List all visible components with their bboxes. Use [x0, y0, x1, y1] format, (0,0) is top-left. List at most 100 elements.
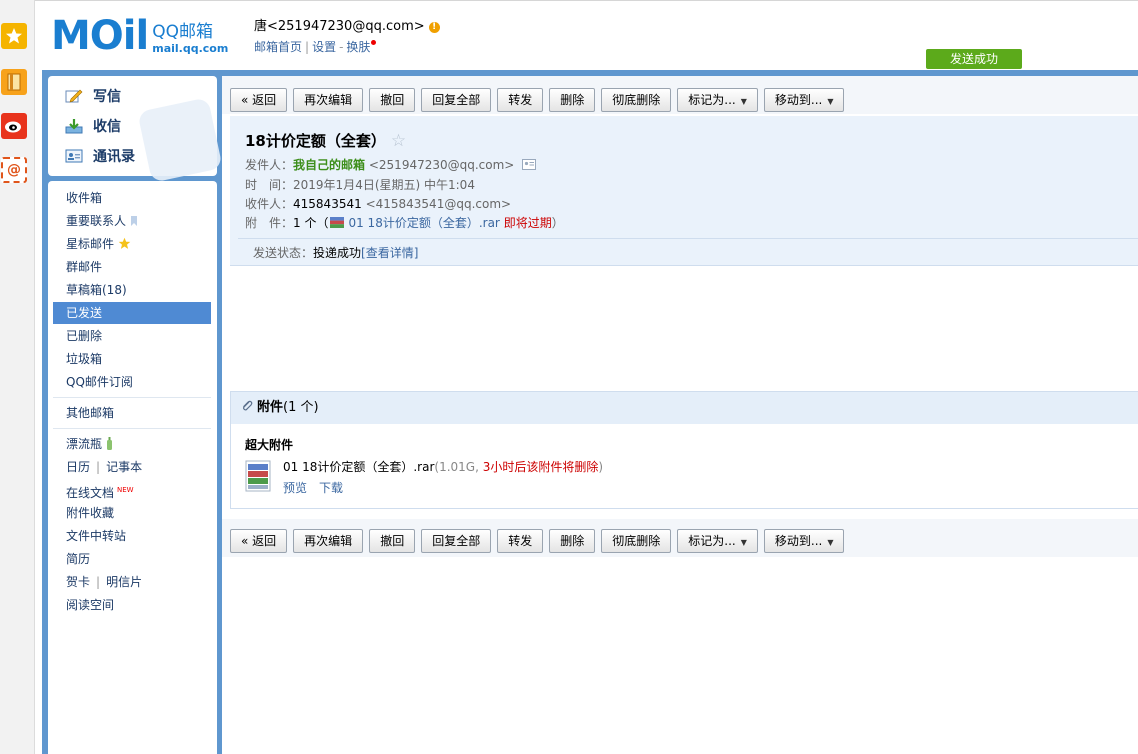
delete-button[interactable]: 删除 — [549, 529, 596, 553]
view-details-link[interactable]: [查看详情] — [361, 246, 418, 260]
divider — [53, 397, 211, 398]
mark-as-dropdown[interactable]: 标记为... ▼ — [677, 88, 758, 112]
header: MOil QQ邮箱 mail.qq.com 唐<251947230@qq.com… — [35, 0, 1138, 70]
edit-again-button[interactable]: 再次编辑 — [293, 88, 364, 112]
mark-as-dropdown[interactable]: 标记为... ▼ — [677, 529, 758, 553]
attachment-item: 01 18计价定额（全套）.rar(1.01G, 3小时后该附件将删除) 预览下… — [245, 458, 603, 496]
card-link[interactable]: 贺卡 — [66, 575, 90, 589]
folder-reading[interactable]: 阅读空间 — [66, 594, 114, 616]
chevron-down-icon: ▼ — [827, 97, 834, 106]
weibo-icon[interactable] — [1, 113, 27, 139]
download-link[interactable]: 下载 — [319, 481, 343, 495]
attachment-name: 01 18计价定额（全套）.rar(1.01G, 3小时后该附件将删除) — [283, 458, 603, 475]
attachment-count: 1 个（ — [293, 216, 329, 230]
attachments-title: 附件 — [257, 400, 284, 415]
folder-group[interactable]: 群邮件 — [66, 256, 102, 278]
recipient-address: <415843541@qq.com> — [365, 197, 512, 211]
delivery-status: 发送状态：投递成功[查看详情] — [238, 238, 1138, 266]
folder-other[interactable]: 其他邮箱 — [66, 402, 114, 424]
star-toggle-icon[interactable]: ☆ — [391, 131, 406, 151]
favorites-star-icon[interactable] — [1, 23, 27, 49]
attachments-panel: 附件(1 个) 超大附件 01 18计价定额（全套）.rar(1.01G, 3小… — [230, 391, 1138, 509]
settings-link[interactable]: 设置 — [312, 40, 336, 54]
time-row: 时 间：2019年1月4日(星期五) 中午1:04 — [245, 176, 475, 193]
folder-starred[interactable]: 星标邮件 — [66, 233, 131, 255]
folder-docs[interactable]: 在线文档 NEW — [66, 479, 134, 501]
compose-button[interactable]: 写信 — [65, 86, 121, 106]
move-to-dropdown[interactable]: 移动到... ▼ — [763, 529, 845, 553]
warning-icon[interactable]: ! — [428, 22, 440, 33]
reply-all-button[interactable]: 回复全部 — [421, 88, 492, 112]
toolbar-bottom: « 返回 再次编辑 撤回 回复全部 转发 删除 彻底删除 标记为... ▼ 移动到… — [230, 529, 850, 553]
inbox-check-label: 收信 — [93, 119, 121, 135]
link-separator: | — [305, 40, 310, 54]
folder-transfer[interactable]: 文件中转站 — [66, 525, 126, 547]
folder-bottle-label: 漂流瓶 — [66, 437, 103, 451]
attachment-file-name[interactable]: 01 18计价定额（全套）.rar — [283, 460, 434, 474]
attachment-close-paren: ） — [551, 216, 564, 230]
edit-again-button[interactable]: 再次编辑 — [293, 529, 364, 553]
attachment-row: 附 件：1 个（ 01 18计价定额（全套）.rar 即将过期） — [245, 214, 564, 231]
delete-permanently-button[interactable]: 彻底删除 — [601, 529, 672, 553]
forward-button[interactable]: 转发 — [497, 88, 544, 112]
folder-deleted[interactable]: 已删除 — [66, 325, 102, 347]
move-to-dropdown[interactable]: 移动到... ▼ — [763, 88, 845, 112]
docs-label: 在线文档 — [66, 486, 115, 500]
inbox-check-button[interactable]: 收信 — [65, 116, 121, 136]
link-separator: | — [96, 460, 101, 474]
delete-button[interactable]: 删除 — [549, 88, 596, 112]
postcard-link[interactable]: 明信片 — [106, 575, 142, 589]
from-row: 发件人：我自己的邮箱 <251947230@qq.com> — [245, 156, 537, 173]
folder-subscribe[interactable]: QQ邮件订阅 — [66, 371, 133, 393]
folder-bottle[interactable]: 漂流瓶 — [66, 433, 113, 455]
recall-button[interactable]: 撤回 — [369, 529, 416, 553]
chevron-down-icon: ▼ — [740, 538, 747, 547]
delete-permanently-button[interactable]: 彻底删除 — [601, 88, 672, 112]
bookmark-flag-icon — [130, 216, 137, 226]
attachments-header: 附件(1 个) — [231, 392, 1138, 424]
time-label: 时 间： — [245, 178, 294, 192]
back-button[interactable]: « 返回 — [230, 88, 288, 112]
folder-drafts[interactable]: 草稿箱(18) — [66, 279, 127, 301]
qq-mail-logo[interactable]: MOil QQ邮箱 mail.qq.com — [51, 16, 229, 56]
email-stamp-icon[interactable]: @ — [1, 157, 27, 183]
contact-card-icon[interactable] — [522, 159, 537, 170]
sender-name[interactable]: 我自己的邮箱 — [293, 158, 365, 172]
calendar-link[interactable]: 日历 — [66, 460, 90, 474]
contacts-button[interactable]: 通讯录 — [65, 146, 135, 166]
reply-all-button[interactable]: 回复全部 — [421, 529, 492, 553]
paperclip-icon — [243, 400, 253, 411]
bookmark-icon[interactable] — [1, 69, 27, 95]
notes-link[interactable]: 记事本 — [106, 460, 142, 474]
folder-spam[interactable]: 垃圾箱 — [66, 348, 102, 370]
attachment-expire-notice: 3小时后该附件将删除 — [482, 460, 599, 474]
folder-inbox[interactable]: 收件箱 — [66, 187, 102, 209]
toolbar-top: « 返回 再次编辑 撤回 回复全部 转发 删除 彻底删除 标记为... ▼ 移动到… — [230, 88, 850, 112]
contacts-icon — [65, 148, 83, 164]
mail-home-link[interactable]: 邮箱首页 — [254, 40, 302, 54]
compose-icon — [65, 88, 83, 104]
folder-resume[interactable]: 简历 — [66, 548, 90, 570]
forward-button[interactable]: 转发 — [497, 529, 544, 553]
recipient-name[interactable]: 415843541 — [293, 197, 362, 211]
divider — [53, 428, 211, 429]
folder-vip[interactable]: 重要联系人 — [66, 210, 138, 232]
mark-as-label: 标记为... — [688, 534, 736, 548]
change-skin-link[interactable]: 换肤 — [346, 40, 370, 54]
primary-actions: 写信 收信 通讯录 — [48, 76, 223, 183]
inbox-download-icon — [65, 118, 83, 134]
back-button[interactable]: « 返回 — [230, 529, 288, 553]
chevron-down-icon: ▼ — [740, 97, 747, 106]
folder-attachment-collection[interactable]: 附件收藏 — [66, 502, 114, 524]
compose-label: 写信 — [93, 89, 121, 105]
app-sidebar: @ — [0, 0, 35, 754]
mail-view: « 返回 再次编辑 撤回 回复全部 转发 删除 彻底删除 标记为... ▼ 移动到… — [222, 76, 1138, 754]
attachments-count: (1 个) — [283, 400, 319, 415]
attachment-size-close: ) — [598, 460, 604, 474]
chevron-down-icon: ▼ — [827, 538, 834, 547]
logo-url: mail.qq.com — [152, 42, 229, 55]
preview-link[interactable]: 预览 — [283, 481, 307, 495]
folder-sent[interactable]: 已发送 — [53, 302, 211, 324]
recall-button[interactable]: 撤回 — [369, 88, 416, 112]
attachment-link[interactable]: 01 18计价定额（全套）.rar — [348, 216, 499, 230]
